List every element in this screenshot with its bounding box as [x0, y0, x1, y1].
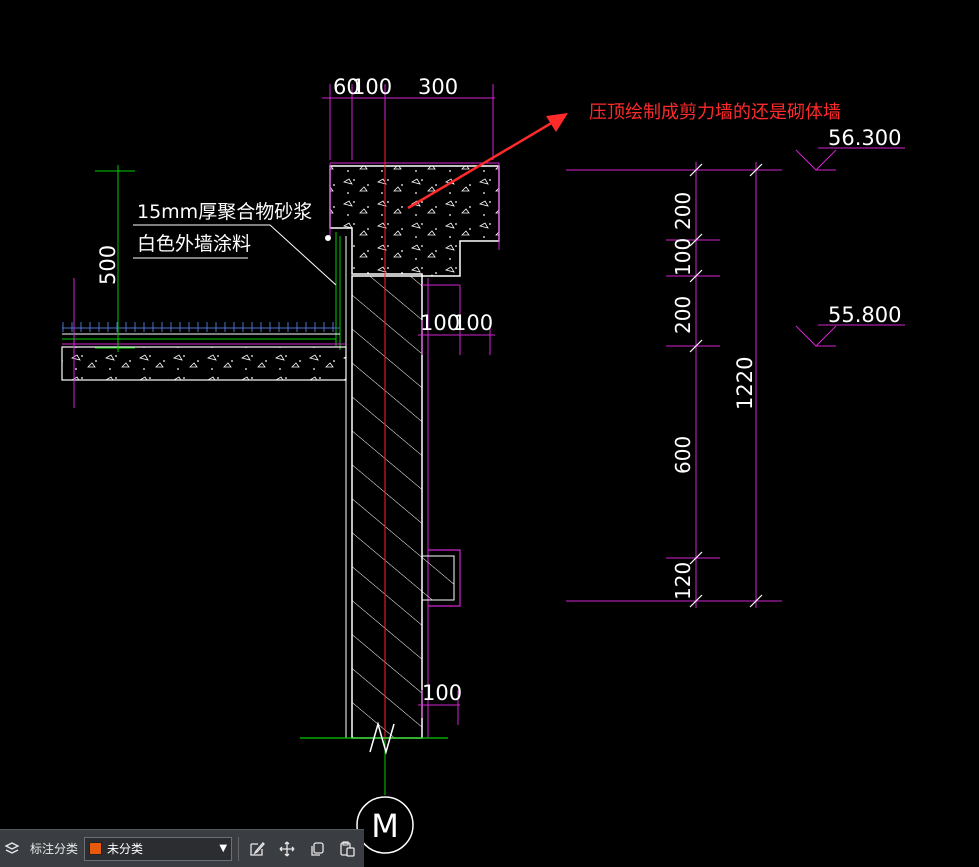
elevation-mid: 55.800 [828, 303, 901, 327]
note-mortar: 15mm厚聚合物砂浆 [137, 201, 312, 223]
elevation-mark-mid [795, 324, 905, 347]
edit-icon[interactable] [245, 837, 269, 861]
dim-right-2: 100 [453, 311, 493, 335]
annotation-arrowhead [546, 113, 568, 132]
toolbar-divider [238, 836, 240, 861]
dim-bottom: 100 [422, 681, 462, 705]
category-value: 未分类 [107, 842, 144, 856]
dim-top-300: 300 [418, 75, 458, 99]
chain-dim-120: 120 [671, 562, 695, 600]
wall-section [335, 232, 461, 739]
dim-top-100: 100 [352, 75, 392, 99]
coping-section [329, 162, 500, 277]
dim-left-500: 500 [96, 245, 120, 285]
leader-dot [325, 235, 331, 241]
chain-dim-100: 100 [671, 238, 695, 276]
category-label: 标注分类 [30, 842, 79, 856]
category-select[interactable]: 未分类 ▼ [84, 836, 233, 861]
layers-icon[interactable] [0, 837, 24, 861]
bottom-toolbar: 标注分类 未分类 ▼ [0, 829, 364, 867]
wall-bracket [421, 549, 461, 607]
total-dim-1220: 1220 [733, 357, 757, 410]
chevron-down-icon: ▼ [219, 843, 228, 854]
roof-slab [61, 278, 347, 408]
cad-canvas[interactable]: M 60 100 300 100 100 100 500 15mm厚聚合物砂浆 … [0, 0, 979, 867]
elevation-top: 56.300 [828, 126, 901, 150]
copy-icon[interactable] [305, 837, 329, 861]
elevation-mark-top [795, 147, 905, 171]
category-color-swatch [89, 842, 103, 855]
chain-dim-600: 600 [671, 436, 695, 474]
note-paint: 白色外墙涂料 [137, 233, 251, 255]
paste-icon[interactable] [335, 837, 359, 861]
view-symbol-label: M [371, 807, 399, 845]
move-icon[interactable] [275, 837, 299, 861]
chain-dim-200a: 200 [671, 192, 695, 230]
annotation-text: 压顶绘制成剪力墙的还是砌体墙 [589, 102, 841, 123]
chain-dim-200b: 200 [671, 296, 695, 334]
